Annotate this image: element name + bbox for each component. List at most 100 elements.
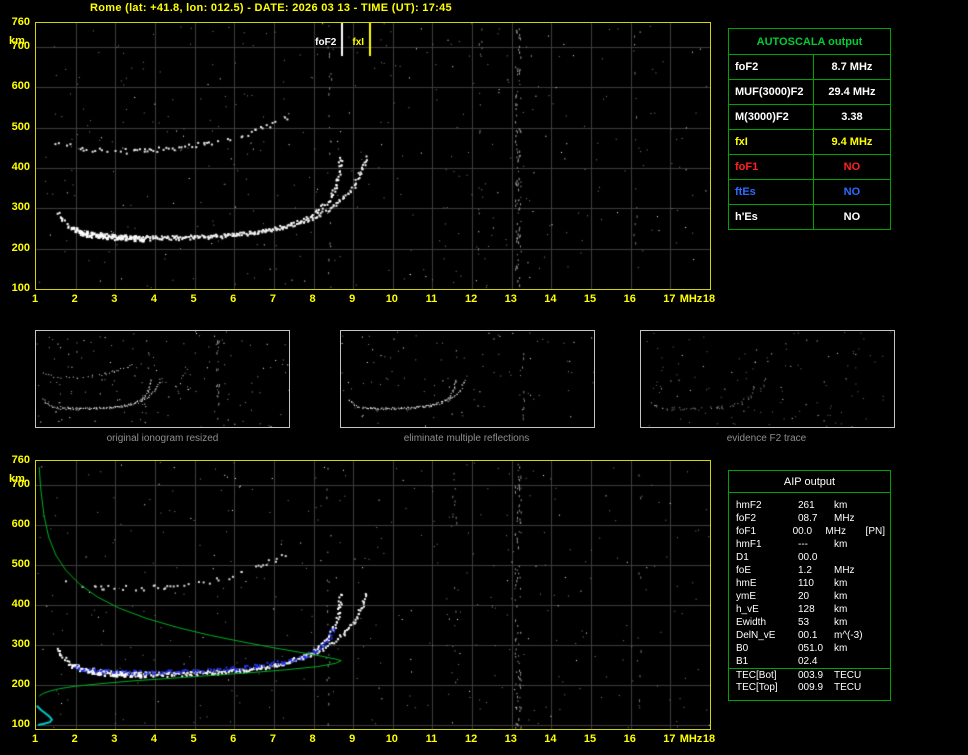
aip-param: foE [736,564,798,577]
autoscala-output-table: AUTOSCALA output foF28.7 MHzMUF(3000)F22… [728,28,891,230]
autoscala-param: foF1 [729,155,814,180]
fxi-marker-label: fxI [334,37,364,48]
aip-unit: TECU [834,669,878,681]
main-x-tick-label: 9 [341,293,363,305]
main-y-tick-label: 200 [4,242,30,254]
main-x-tick-label: 2 [64,293,86,305]
main-x-tick-label: 16 [619,293,641,305]
aip-unit: MHz [825,525,865,538]
aip-value: 051.0 [798,642,834,655]
aip-unit: km [834,603,878,616]
aip-row: B102.4 [729,655,890,668]
bottom-x-tick-label: 11 [420,733,442,745]
aip-row: foE1.2MHz [729,564,890,577]
thumbnail-eliminate-multiples [340,330,595,428]
aip-note [878,669,890,681]
bottom-x-tick-label: 15 [579,733,601,745]
aip-unit: km [834,590,878,603]
aip-row: hmE110km [729,577,890,590]
aip-table-title: AIP output [729,471,890,493]
bottom-y-tick-label: 500 [4,558,30,570]
main-x-tick-label: 13 [500,293,522,305]
aip-unit: km [834,538,878,551]
aip-unit [834,655,878,668]
main-y-tick-label: 100 [4,282,30,294]
aip-note [878,603,890,616]
aip-param: TEC[Top] [736,681,798,694]
bottom-x-tick-label: 4 [143,733,165,745]
aip-param: foF2 [736,512,798,525]
main-x-unit-label: MHz [676,293,706,305]
aip-row: h_vE128km [729,603,890,616]
bottom-y-tick-label: 300 [4,638,30,650]
aip-value: 53 [798,616,834,629]
main-y-tick-label: 760 [4,16,30,28]
aip-output-table: AIP output hmF2261kmfoF208.7MHzfoF100.0M… [728,470,891,701]
autoscala-row: M(3000)F23.38 [729,105,891,130]
bottom-x-tick-label: 16 [619,733,641,745]
aip-note [878,681,890,694]
aip-row: TEC[Top]009.9TECU [729,681,890,694]
bottom-x-tick-label: 3 [103,733,125,745]
bottom-x-tick-label: 1 [24,733,46,745]
main-x-tick-label: 8 [302,293,324,305]
aip-unit [834,551,878,564]
aip-value: 00.0 [798,551,834,564]
main-x-tick-label: 11 [420,293,442,305]
main-x-tick-label: 3 [103,293,125,305]
main-y-tick-label: 400 [4,161,30,173]
main-x-tick-label: 14 [539,293,561,305]
aip-value: 1.2 [798,564,834,577]
autoscala-value: NO [813,155,890,180]
bottom-x-tick-label: 2 [64,733,86,745]
bottom-x-tick-label: 12 [460,733,482,745]
autoscala-value: NO [813,205,890,230]
aip-row: Ewidth53km [729,616,890,629]
aip-row: DelN_vE00.1m^(-3) [729,629,890,642]
aip-unit: km [834,499,878,512]
aip-note [878,551,890,564]
aip-note [878,512,890,525]
autoscala-value: 8.7 MHz [813,55,890,80]
aip-note [878,564,890,577]
aip-param: h_vE [736,603,798,616]
autoscala-row: foF1NO [729,155,891,180]
autoscala-row: foF28.7 MHz [729,55,891,80]
aip-note [878,655,890,668]
aip-note [878,499,890,512]
aip-note [878,590,890,603]
aip-value: 261 [798,499,834,512]
aip-param: foF1 [736,525,793,538]
aip-value: 00.0 [793,525,826,538]
main-x-tick-label: 5 [183,293,205,305]
aip-param: B0 [736,642,798,655]
bottom-y-tick-label: 200 [4,678,30,690]
thumbnail-original-ionogram [35,330,290,428]
main-x-tick-label: 6 [222,293,244,305]
aip-value: 20 [798,590,834,603]
aip-param: B1 [736,655,798,668]
main-y-tick-label: 500 [4,121,30,133]
autoscala-row: fxI9.4 MHz [729,130,891,155]
aip-row: ymE20km [729,590,890,603]
bottom-y-tick-label: 600 [4,518,30,530]
aip-row: B0051.0km [729,642,890,655]
aip-unit: km [834,577,878,590]
autoscala-row: MUF(3000)F229.4 MHz [729,80,891,105]
bottom-y-unit-label: km [4,473,30,485]
aip-row: hmF1---km [729,538,890,551]
aip-param: hmF2 [736,499,798,512]
aip-value: 003.9 [798,669,834,681]
aip-value: 110 [798,577,834,590]
autoscala-table-title: AUTOSCALA output [729,29,891,55]
thumbnail-caption-evidence: evidence F2 trace [639,433,894,444]
aip-unit: MHz [834,564,878,577]
bottom-y-tick-label: 760 [4,454,30,466]
thumbnail-caption-multiples: eliminate multiple reflections [339,433,594,444]
bottom-y-tick-label: 400 [4,598,30,610]
autoscala-param: MUF(3000)F2 [729,80,814,105]
autoscala-value: 29.4 MHz [813,80,890,105]
thumbnail-caption-original: original ionogram resized [35,433,290,444]
main-ionogram-plot [35,22,711,290]
aip-value: 128 [798,603,834,616]
